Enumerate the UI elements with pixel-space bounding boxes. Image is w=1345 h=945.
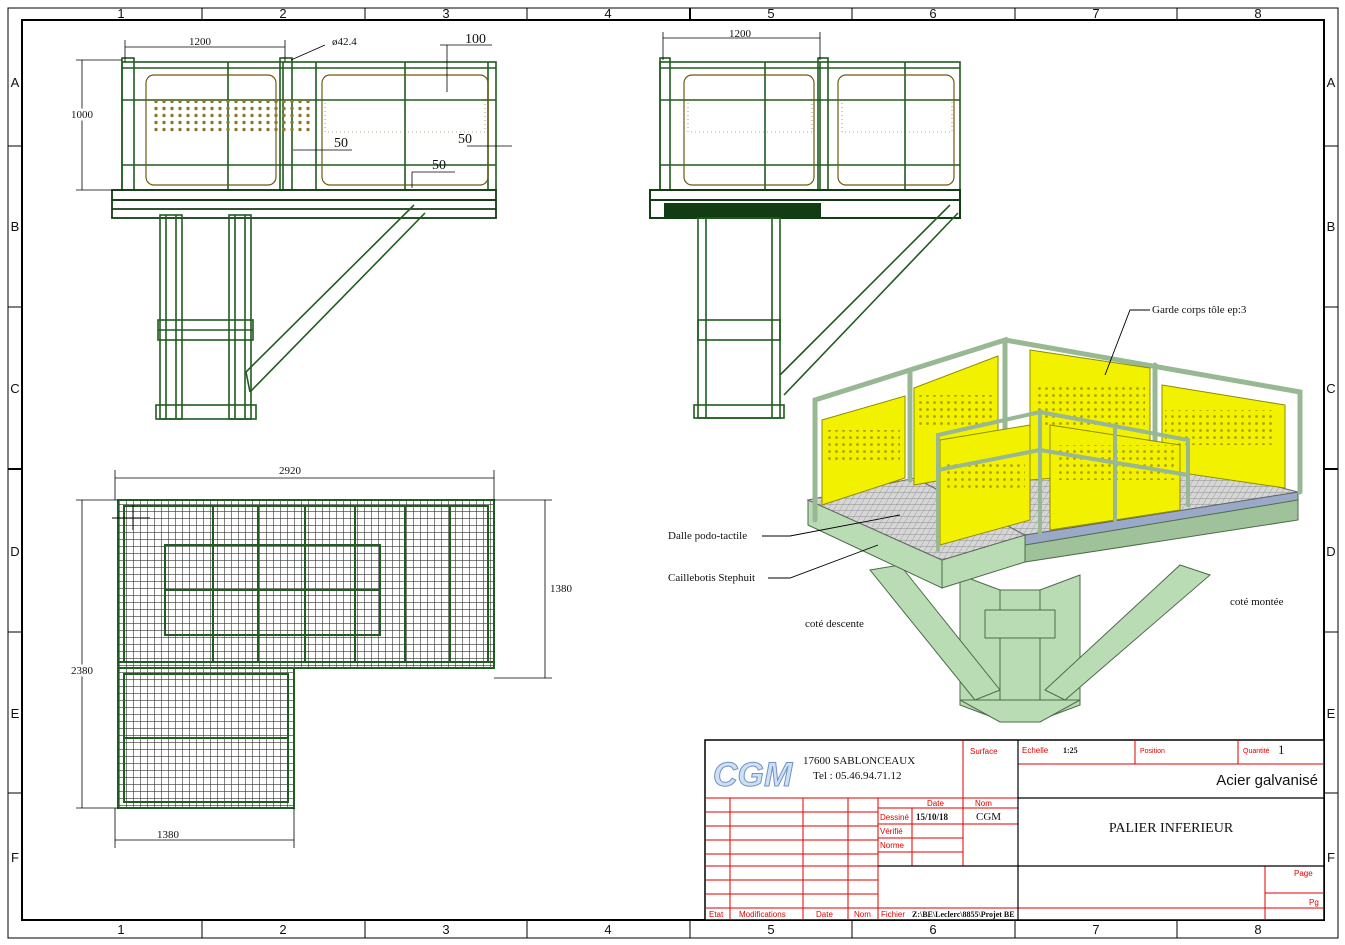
zone-row-f-right: F	[1327, 850, 1335, 865]
zone-col-8-bottom: 8	[1254, 922, 1261, 937]
zone-row-d-right: D	[1326, 544, 1335, 559]
zone-col-8-top: 8	[1254, 6, 1261, 21]
front-dim-gap-3: 50	[432, 158, 446, 173]
technical-drawing: 1 2 3 4 5 6 7 8 1 2 3 4 5 6 7 8 A B C D …	[7, 6, 1339, 939]
iso-label-grating: Caillebotis Stephuit	[668, 572, 755, 584]
zone-col-1-top: 1	[117, 6, 124, 21]
drawn-label: Dessiné	[880, 813, 909, 822]
zone-row-c-left: C	[10, 381, 19, 396]
zone-row-e-left: E	[11, 706, 20, 721]
iso-label-descent: coté descente	[805, 618, 864, 630]
company-address: 17600 SABLONCEAUX	[803, 755, 915, 767]
front-dim-tube: ø42.4	[332, 36, 357, 48]
quantity-label: Quantité	[1243, 748, 1270, 755]
zone-col-3-bottom: 3	[442, 922, 449, 937]
plan-view: 2920 1380 2380 1380	[68, 465, 573, 848]
company-logo: CGM	[713, 756, 793, 794]
position-label: Position	[1140, 748, 1165, 755]
iso-label-ascent: coté montée	[1230, 596, 1284, 608]
zone-col-3-top: 3	[442, 6, 449, 21]
zone-row-c-right: C	[1326, 381, 1335, 396]
drawn-date: 15/10/18	[916, 812, 949, 822]
zone-col-4-bottom: 4	[604, 922, 611, 937]
name-header: Nom	[975, 799, 992, 808]
front-dim-gap-2: 50	[458, 132, 472, 147]
file-path: Z:\BE\Leclerc\8855\Projet BE	[912, 910, 1015, 919]
plan-dim-total-width: 2920	[279, 465, 302, 477]
zone-col-6-top: 6	[929, 6, 936, 21]
company-phone: Tel : 05.46.94.71.12	[813, 770, 901, 782]
zone-row-a-right: A	[1327, 75, 1336, 90]
iso-label-tactile: Dalle podo-tactile	[668, 530, 747, 542]
zone-col-4-top: 4	[604, 6, 611, 21]
front-dim-gap-1: 50	[334, 136, 348, 151]
col-etat: Etat	[709, 910, 724, 919]
isometric-view: Garde corps tôle ep:3 Dalle podo-tactile…	[668, 304, 1303, 723]
front-dim-top: 100	[465, 32, 486, 47]
norm-label: Norme	[880, 841, 905, 850]
material: Acier galvanisé	[1216, 772, 1318, 789]
zone-row-e-right: E	[1327, 706, 1336, 721]
zone-col-7-top: 7	[1092, 6, 1099, 21]
zone-row-b-right: B	[1327, 219, 1336, 234]
col-date: Date	[816, 910, 833, 919]
plan-dim-bottom-width: 1380	[157, 829, 180, 841]
plan-dim-depth: 1380	[550, 583, 573, 595]
scale-label: Echelle	[1022, 746, 1049, 755]
surface-label: Surface	[970, 747, 998, 756]
file-label: Fichier	[881, 910, 905, 919]
drawing-title: PALIER INFERIEUR	[1109, 821, 1234, 836]
drawn-name: CGM	[976, 811, 1001, 823]
zone-col-5-bottom: 5	[767, 922, 774, 937]
scale-value: 1:25	[1063, 746, 1078, 755]
front-elevation-view: 1200 1000 ø42.4 100 50 50 50	[68, 32, 512, 420]
zone-col-5-top: 5	[767, 6, 774, 21]
side-elevation-view: 1200	[649, 28, 961, 419]
zone-col-2-bottom: 2	[279, 922, 286, 937]
col-nom: Nom	[854, 910, 871, 919]
zone-col-1-bottom: 1	[117, 922, 124, 937]
title-block: CGM 17600 SABLONCEAUX Tel : 05.46.94.71.…	[704, 739, 1325, 921]
zone-row-f-left: F	[11, 850, 19, 865]
quantity-value: 1	[1278, 742, 1285, 757]
iso-label-guardrail: Garde corps tôle ep:3	[1152, 304, 1247, 316]
front-dim-height: 1000	[71, 109, 94, 121]
date-header: Date	[927, 799, 944, 808]
pg-label: Pg	[1309, 898, 1319, 907]
zone-col-6-bottom: 6	[929, 922, 936, 937]
zone-row-b-left: B	[11, 219, 20, 234]
zone-col-2-top: 2	[279, 6, 286, 21]
zone-col-7-bottom: 7	[1092, 922, 1099, 937]
front-dim-width: 1200	[189, 36, 212, 48]
side-dim-width: 1200	[729, 28, 752, 40]
col-modifications: Modifications	[739, 910, 786, 919]
plan-dim-total-height: 2380	[71, 665, 94, 677]
zone-row-a-left: A	[11, 75, 20, 90]
zone-row-d-left: D	[10, 544, 19, 559]
checked-label: Vérifié	[880, 827, 903, 836]
page-label: Page	[1294, 869, 1313, 878]
